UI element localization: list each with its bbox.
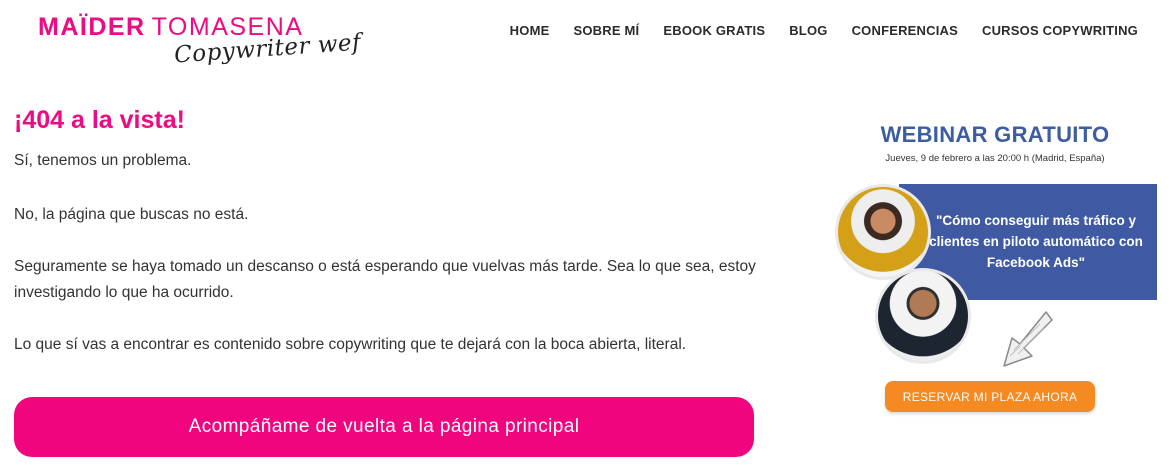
main-content: ¡404 a la vista! Sí, tenemos un problema… (14, 104, 759, 353)
reserve-seat-button[interactable]: RESERVAR MI PLAZA AHORA (885, 381, 1095, 412)
nav-home[interactable]: HOME (510, 22, 550, 40)
nav-ebook-gratis[interactable]: EBOOK GRATIS (663, 22, 765, 40)
logo[interactable]: MAÏDER TOMASENA Copywriter wef (38, 12, 362, 74)
webinar-quote: "Cómo conseguir más tráfico y clientes e… (929, 213, 1143, 270)
webinar-title: WEBINAR GRATUITO (880, 122, 1110, 147)
speaker-photo-woman (835, 184, 931, 280)
arrow-down-left-icon (1003, 311, 1053, 367)
paragraph-2: No, la página que buscas no está. (14, 206, 249, 223)
nav-cursos-copywriting[interactable]: CURSOS COPYWRITING (982, 22, 1138, 40)
site-header: MAÏDER TOMASENA Copywriter wef HOME SOBRE… (0, 0, 1169, 80)
main-nav: HOME SOBRE MÍ EBOOK GRATIS BLOG CONFEREN… (510, 22, 1138, 40)
speaker-photo-man (875, 268, 971, 364)
home-page-button[interactable]: Acompáñame de vuelta a la página princip… (14, 397, 754, 457)
paragraph-1: Sí, tenemos un problema. (14, 152, 192, 169)
logo-first-name: MAÏDER (38, 13, 146, 41)
nav-sobre-mi[interactable]: SOBRE MÍ (573, 22, 639, 40)
nav-blog[interactable]: BLOG (789, 22, 827, 40)
webinar-date: Jueves, 9 de febrero a las 20:00 h (Madr… (885, 153, 1105, 164)
webinar-banner[interactable]: WEBINAR GRATUITO Jueves, 9 de febrero a … (833, 118, 1157, 418)
paragraph-3: Seguramente se haya tomado un descanso o… (14, 258, 756, 301)
page-title: ¡404 a la vista! (14, 106, 185, 134)
nav-conferencias[interactable]: CONFERENCIAS (852, 22, 958, 40)
paragraph-4: Lo que sí vas a encontrar es contenido s… (14, 336, 687, 353)
